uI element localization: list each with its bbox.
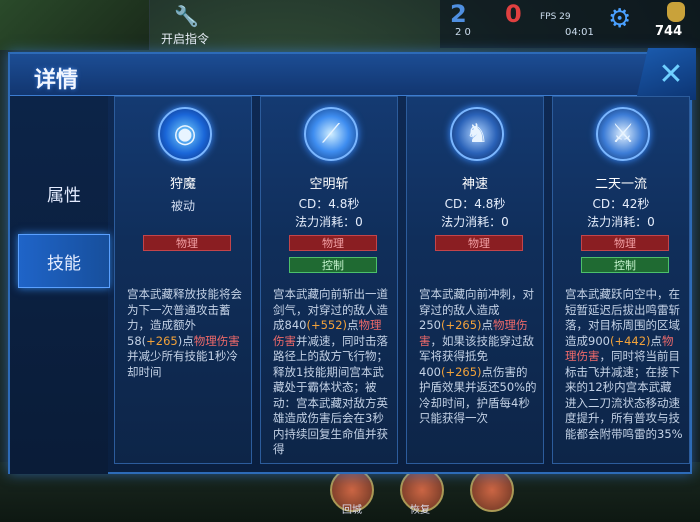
skill-name: 空明斩 (309, 177, 349, 192)
physical-tag: 物理 (289, 235, 377, 251)
skill-description: 宫本武藏向前冲刺，对穿过的敌人造成250(+265)点物理伤害，如果该技能穿过敌… (419, 287, 537, 427)
skill-description: 宫本武藏向前斩出一道剑气，对穿过的敌人造成840(+552)点物理伤害并减速，同… (273, 287, 391, 458)
bonus-value: +265 (146, 333, 178, 348)
bonus-value: (+552) (306, 318, 348, 332)
skill-cooldown: CD：4.8秒 (298, 197, 360, 211)
skill-card-2: ♞ 神速 CD：4.8秒 法力消耗：0 物理 宫本武藏向前冲刺，对穿过的敌人造成… (406, 96, 544, 464)
physical-tag: 物理 (143, 235, 231, 251)
desc-text: 点 (481, 318, 494, 332)
skill-name: 狩魔 (169, 177, 196, 192)
wrench-icon: 🔧 (174, 4, 199, 28)
desc-text: )点 (177, 333, 194, 348)
skill-name: 二天一流 (594, 177, 647, 192)
dialog-title: 详情 (34, 68, 79, 93)
desc-text: 点 (650, 333, 663, 348)
dash-warrior-skill-icon: ♞ (450, 107, 504, 161)
extra-skill-button[interactable] (470, 468, 514, 512)
control-tag: 控制 (289, 257, 377, 273)
recall-label: 回城 (342, 505, 362, 516)
damage-type: 物理伤害 (193, 333, 240, 348)
physical-tag: 物理 (435, 235, 523, 251)
skill-passive-label: 被动 (170, 199, 195, 213)
tab-attributes[interactable]: 属性 (18, 166, 110, 220)
skill-mana-cost: 法力消耗：0 (587, 215, 655, 229)
skill-card-1: ⟋ 空明斩 CD：4.8秒 法力消耗：0 物理 控制 宫本武藏向前斩出一道剑气，… (260, 96, 398, 464)
skill-name: 神速 (461, 177, 488, 192)
skill-cards: ◉ 狩魔 被动 物理 宫本武藏释放技能将会为下一次普通攻击蓄力，造成额外58(+… (114, 96, 690, 466)
minimap[interactable] (0, 0, 150, 50)
command-button[interactable]: 🔧 开启指令 (150, 0, 220, 48)
blue-team-score: 2 (450, 0, 467, 28)
control-tag: 控制 (581, 257, 669, 273)
kda-readout: 2 0 (455, 27, 471, 38)
desc-text: 并减少所有技能1秒冷却时间 (127, 349, 238, 379)
tab-skills[interactable]: 技能 (18, 234, 110, 288)
gold-amount: 744 (655, 24, 683, 39)
dialog-sidebar: 属性 技能 (10, 96, 110, 474)
red-team-score: 0 (505, 0, 522, 28)
skill-card-3: ⚔ 二天一流 CD：42秒 法力消耗：0 物理 控制 宫本武藏跃向空中，在短暂延… (552, 96, 690, 464)
match-timer: 04:01 (565, 27, 594, 38)
dialog-header: 详情 (10, 54, 690, 96)
skill-cooldown: CD：4.8秒 (444, 197, 506, 211)
physical-tag: 物理 (581, 235, 669, 251)
gold-bag-icon (667, 2, 685, 22)
blade-slash-skill-icon: ⟋ (304, 107, 358, 161)
heal-label: 恢复 (410, 505, 430, 516)
skill-cooldown: CD：42秒 (592, 197, 650, 211)
skill-mana-cost: 法力消耗：0 (295, 215, 363, 229)
skill-card-passive: ◉ 狩魔 被动 物理 宫本武藏释放技能将会为下一次普通攻击蓄力，造成额外58(+… (114, 96, 252, 464)
skill-mana-cost: 法力消耗：0 (441, 215, 509, 229)
fps-readout: FPS 29 (540, 12, 571, 22)
details-dialog: 详情 ✕ 属性 技能 ◉ 狩魔 被动 物理 宫本武藏释放技能将会为下一次普通攻击… (8, 48, 696, 474)
skill-description: 宫本武藏释放技能将会为下一次普通攻击蓄力，造成额外58(+265)点物理伤害并减… (127, 287, 245, 380)
desc-text: 点 (347, 318, 359, 332)
swirl-skill-icon: ◉ (158, 107, 212, 161)
skill-description: 宫本武藏跃向空中，在短暂延迟后拔出鸣雷斩落，对目标周围的区域造成900(+442… (565, 287, 683, 442)
close-icon: ✕ (658, 56, 684, 92)
bonus-value: (+265) (440, 364, 482, 379)
bonus-value: (+265) (440, 318, 482, 332)
settings-gear-icon[interactable]: ⚙ (608, 4, 631, 34)
command-label: 开启指令 (160, 32, 209, 46)
desc-text: 并减速，同时击落路径上的敌方飞行物；释放1技能期间宫本武藏处于霸体状态；被动：宫… (273, 333, 388, 457)
bonus-value: (+442) (609, 333, 651, 348)
dual-swords-skill-icon: ⚔ (596, 107, 650, 161)
